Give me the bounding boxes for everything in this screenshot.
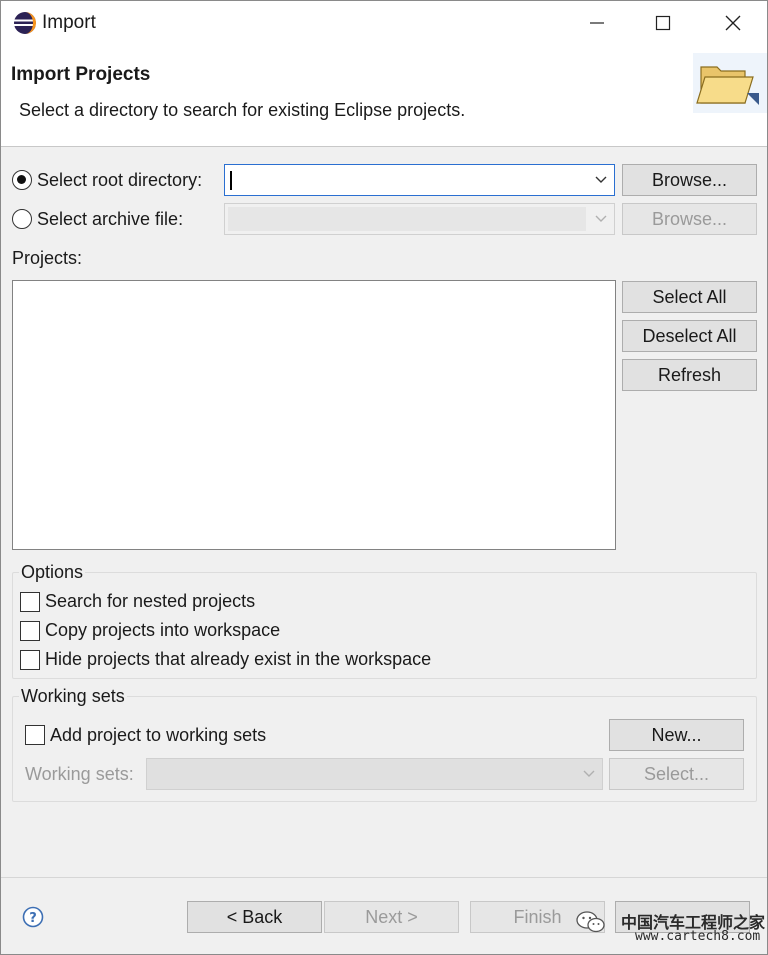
archive-file-radio[interactable] bbox=[12, 209, 32, 229]
close-button[interactable] bbox=[703, 1, 763, 45]
chevron-down-icon bbox=[595, 215, 607, 222]
refresh-button[interactable]: Refresh bbox=[622, 359, 757, 391]
working-sets-title: Working sets bbox=[19, 686, 127, 707]
root-directory-label: Select root directory: bbox=[37, 170, 203, 190]
nested-projects-label: Search for nested projects bbox=[45, 591, 256, 611]
maximize-button[interactable] bbox=[633, 1, 693, 45]
projects-list[interactable] bbox=[12, 280, 616, 550]
chevron-down-icon[interactable] bbox=[594, 174, 608, 186]
wechat-icon bbox=[576, 911, 605, 933]
root-directory-combo[interactable] bbox=[224, 164, 615, 196]
chevron-down-icon bbox=[583, 770, 595, 777]
page-description: Select a directory to search for existin… bbox=[19, 100, 466, 120]
root-directory-radio[interactable] bbox=[12, 170, 32, 190]
working-sets-label: Working sets: bbox=[25, 764, 134, 784]
archive-file-combo[interactable] bbox=[224, 203, 615, 235]
combo-disabled-fill bbox=[147, 759, 602, 789]
watermark: 中国汽车工程师之家 www.cartech8.com bbox=[571, 901, 767, 947]
footer-divider bbox=[1, 877, 767, 878]
select-working-sets-button[interactable]: Select... bbox=[609, 758, 744, 790]
combo-disabled-fill bbox=[228, 207, 586, 231]
minimize-button[interactable] bbox=[567, 1, 627, 45]
new-working-set-button[interactable]: New... bbox=[609, 719, 744, 751]
copy-projects-checkbox[interactable] bbox=[20, 621, 40, 641]
wizard-banner: Import Projects Select a directory to se… bbox=[1, 45, 767, 147]
add-to-working-sets-checkbox[interactable] bbox=[25, 725, 45, 745]
add-to-working-sets-label: Add project to working sets bbox=[50, 725, 267, 745]
browse-directory-button[interactable]: Browse... bbox=[622, 164, 757, 196]
back-button[interactable]: < Back bbox=[187, 901, 322, 933]
title-bar[interactable]: Import bbox=[1, 1, 767, 45]
radio-selected-dot bbox=[17, 175, 26, 184]
page-title: Import Projects bbox=[11, 64, 151, 85]
eclipse-icon bbox=[14, 12, 36, 34]
browse-archive-button[interactable]: Browse... bbox=[622, 203, 757, 235]
next-button[interactable]: Next > bbox=[324, 901, 459, 933]
text-caret bbox=[230, 171, 232, 190]
close-icon bbox=[725, 15, 741, 31]
folder-icon bbox=[693, 53, 767, 113]
select-all-button[interactable]: Select All bbox=[622, 281, 757, 313]
hide-existing-label: Hide projects that already exist in the … bbox=[45, 649, 432, 669]
copy-projects-label: Copy projects into workspace bbox=[45, 620, 281, 640]
archive-file-label: Select archive file: bbox=[37, 209, 184, 229]
projects-label: Projects: bbox=[12, 248, 83, 268]
deselect-all-button[interactable]: Deselect All bbox=[622, 320, 757, 352]
maximize-icon bbox=[655, 15, 671, 31]
working-sets-combo[interactable] bbox=[146, 758, 603, 790]
options-title: Options bbox=[19, 562, 86, 583]
nested-projects-checkbox[interactable] bbox=[20, 592, 40, 612]
minimize-icon bbox=[590, 22, 604, 24]
import-dialog: Import Import Projects Select a director… bbox=[0, 0, 768, 955]
window-title: Import bbox=[42, 12, 96, 33]
svg-text:?: ? bbox=[29, 911, 37, 926]
help-icon[interactable]: ? bbox=[22, 906, 44, 928]
hide-existing-checkbox[interactable] bbox=[20, 650, 40, 670]
watermark-url: www.cartech8.com bbox=[635, 929, 761, 944]
